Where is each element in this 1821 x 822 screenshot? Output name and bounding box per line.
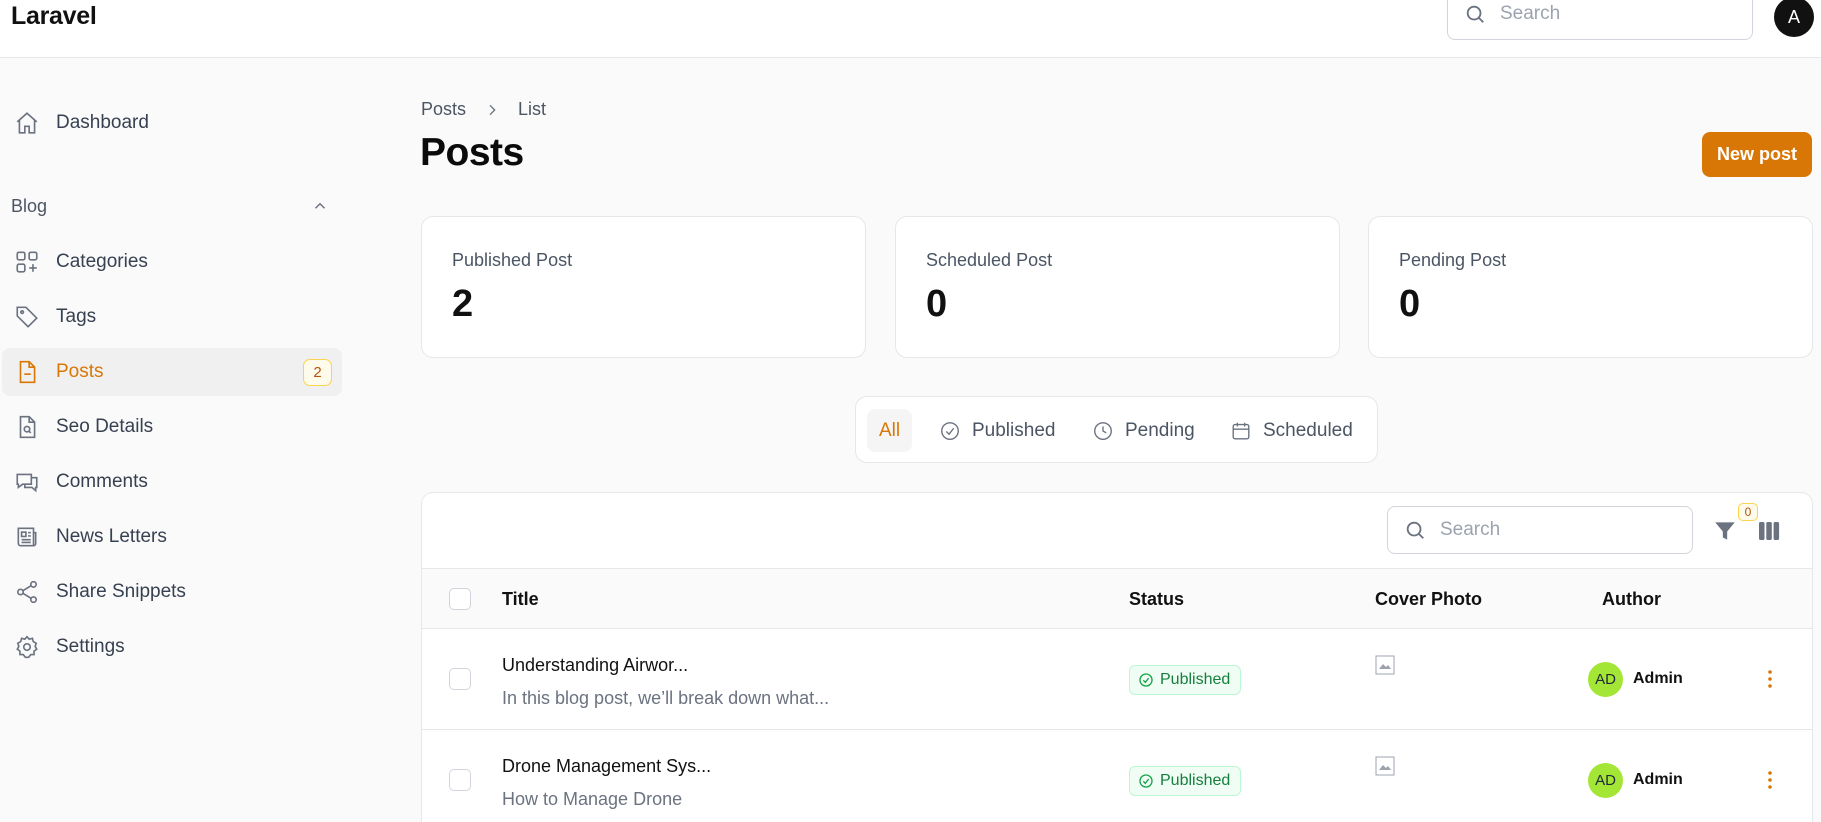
table-row[interactable]: Understanding Airwor... In this blog pos… bbox=[422, 629, 1812, 730]
author-avatar: AD bbox=[1588, 763, 1623, 798]
table-search-placeholder: Search bbox=[1440, 519, 1501, 540]
stat-label: Scheduled Post bbox=[926, 250, 1053, 270]
sidebar-group-blog[interactable]: Blog bbox=[11, 196, 47, 217]
chat-icon bbox=[16, 473, 38, 493]
posts-table: Search 0 Title Status Cover Photo Author… bbox=[421, 492, 1813, 822]
stat-value: 0 bbox=[926, 283, 948, 325]
squares-plus-icon bbox=[16, 251, 38, 273]
page-title: Posts bbox=[420, 131, 524, 174]
clock-icon bbox=[1094, 421, 1112, 440]
tab-label: Scheduled bbox=[1263, 419, 1353, 441]
broken-image-icon bbox=[1375, 655, 1395, 675]
home-icon bbox=[16, 112, 38, 134]
breadcrumb: Posts List bbox=[421, 99, 546, 120]
calendar-icon bbox=[1232, 422, 1250, 439]
tab-scheduled[interactable]: Scheduled bbox=[1230, 409, 1353, 452]
columns-icon[interactable] bbox=[1756, 519, 1782, 543]
check-circle-icon bbox=[1139, 673, 1153, 687]
table-header: Title Status Cover Photo Author bbox=[422, 568, 1812, 629]
sidebar-item-label: Share Snippets bbox=[56, 581, 186, 602]
status-badge-label: Published bbox=[1160, 772, 1231, 789]
sidebar: Dashboard Blog Categories Tags Posts 2 S… bbox=[0, 59, 350, 822]
column-header-status[interactable]: Status bbox=[1129, 589, 1184, 610]
sidebar-item-label: Posts bbox=[56, 361, 104, 382]
status-badge-label: Published bbox=[1160, 671, 1231, 688]
tab-label: Published bbox=[972, 419, 1056, 441]
gear-icon bbox=[16, 635, 38, 659]
author-name: Admin bbox=[1633, 771, 1683, 788]
newspaper-icon bbox=[17, 527, 37, 547]
sidebar-item-share-snippets[interactable]: Share Snippets bbox=[2, 568, 342, 616]
more-actions-icon[interactable] bbox=[1758, 667, 1782, 691]
tab-label: Pending bbox=[1125, 419, 1195, 441]
stat-value: 2 bbox=[452, 283, 474, 325]
more-actions-icon[interactable] bbox=[1758, 768, 1782, 792]
author-name: Admin bbox=[1633, 670, 1683, 687]
post-excerpt: In this blog post, we’ll break down what… bbox=[502, 688, 830, 708]
sidebar-item-label: Seo Details bbox=[56, 416, 154, 437]
sidebar-item-posts[interactable]: Posts 2 bbox=[2, 348, 342, 396]
broken-image-icon bbox=[1375, 756, 1395, 776]
sidebar-item-categories[interactable]: Categories bbox=[2, 238, 342, 286]
sidebar-item-label: Comments bbox=[56, 471, 148, 492]
tab-pending[interactable]: Pending bbox=[1092, 409, 1195, 452]
breadcrumb-posts-link[interactable]: Posts bbox=[421, 99, 466, 120]
row-checkbox[interactable] bbox=[449, 769, 471, 791]
check-circle-icon bbox=[941, 421, 959, 440]
status-tabs: All Published Pending Scheduled bbox=[855, 396, 1378, 463]
stat-value: 0 bbox=[1399, 283, 1421, 325]
breadcrumb-current: List bbox=[518, 99, 547, 119]
stat-card-published: Published Post 2 bbox=[421, 216, 866, 358]
column-header-cover-photo[interactable]: Cover Photo bbox=[1375, 589, 1482, 610]
posts-count-badge: 2 bbox=[303, 358, 332, 386]
author-avatar: AD bbox=[1588, 662, 1623, 697]
column-header-author[interactable]: Author bbox=[1602, 589, 1661, 610]
share-icon bbox=[16, 580, 38, 604]
table-search-input[interactable]: Search bbox=[1387, 506, 1693, 554]
sidebar-item-label: Tags bbox=[56, 306, 97, 327]
top-bar: Laravel Search A bbox=[0, 0, 1821, 58]
search-icon bbox=[1466, 5, 1484, 23]
row-checkbox[interactable] bbox=[449, 668, 471, 690]
sidebar-item-label: Categories bbox=[56, 251, 148, 272]
stat-card-scheduled: Scheduled Post 0 bbox=[895, 216, 1340, 358]
tag-icon bbox=[16, 306, 38, 328]
document-search-icon bbox=[19, 415, 36, 439]
status-badge: Published bbox=[1129, 665, 1242, 695]
filter-count-badge: 0 bbox=[1738, 503, 1758, 521]
tab-all[interactable]: All bbox=[867, 409, 913, 452]
post-excerpt: How to Manage Drone bbox=[502, 789, 683, 809]
tab-published[interactable]: Published bbox=[939, 409, 1055, 452]
stat-card-pending: Pending Post 0 bbox=[1368, 216, 1813, 358]
sidebar-item-news-letters[interactable]: News Letters bbox=[2, 513, 342, 561]
sidebar-item-comments[interactable]: Comments bbox=[2, 458, 342, 506]
sidebar-item-tags[interactable]: Tags bbox=[2, 293, 342, 341]
global-search-input[interactable]: Search bbox=[1447, 0, 1753, 40]
chevron-right-icon bbox=[489, 104, 496, 115]
new-post-button[interactable]: New post bbox=[1702, 132, 1812, 177]
sidebar-item-label: News Letters bbox=[56, 526, 167, 547]
user-avatar[interactable]: A bbox=[1774, 0, 1814, 37]
brand-logo[interactable]: Laravel bbox=[11, 2, 97, 31]
tab-label: All bbox=[879, 419, 901, 441]
sidebar-item-label: Dashboard bbox=[56, 112, 149, 133]
global-search-placeholder: Search bbox=[1500, 3, 1561, 24]
sidebar-item-seo-details[interactable]: Seo Details bbox=[2, 403, 342, 451]
check-circle-icon bbox=[1139, 774, 1153, 788]
table-row[interactable]: Drone Management Sys... How to Manage Dr… bbox=[422, 730, 1812, 822]
status-badge: Published bbox=[1129, 766, 1242, 796]
post-title[interactable]: Understanding Airwor... bbox=[502, 655, 688, 676]
chevron-up-icon[interactable] bbox=[311, 197, 329, 215]
column-header-title[interactable]: Title bbox=[502, 589, 539, 610]
sidebar-item-label: Settings bbox=[56, 636, 125, 657]
post-title[interactable]: Drone Management Sys... bbox=[502, 756, 711, 777]
stat-label: Pending Post bbox=[1399, 250, 1507, 270]
sidebar-item-settings[interactable]: Settings bbox=[2, 623, 342, 671]
search-icon bbox=[1406, 521, 1424, 539]
stat-label: Published Post bbox=[452, 250, 573, 270]
document-icon bbox=[19, 360, 36, 384]
select-all-checkbox[interactable] bbox=[449, 588, 471, 610]
filter-icon[interactable] bbox=[1712, 518, 1738, 544]
sidebar-item-dashboard[interactable]: Dashboard bbox=[2, 99, 342, 147]
